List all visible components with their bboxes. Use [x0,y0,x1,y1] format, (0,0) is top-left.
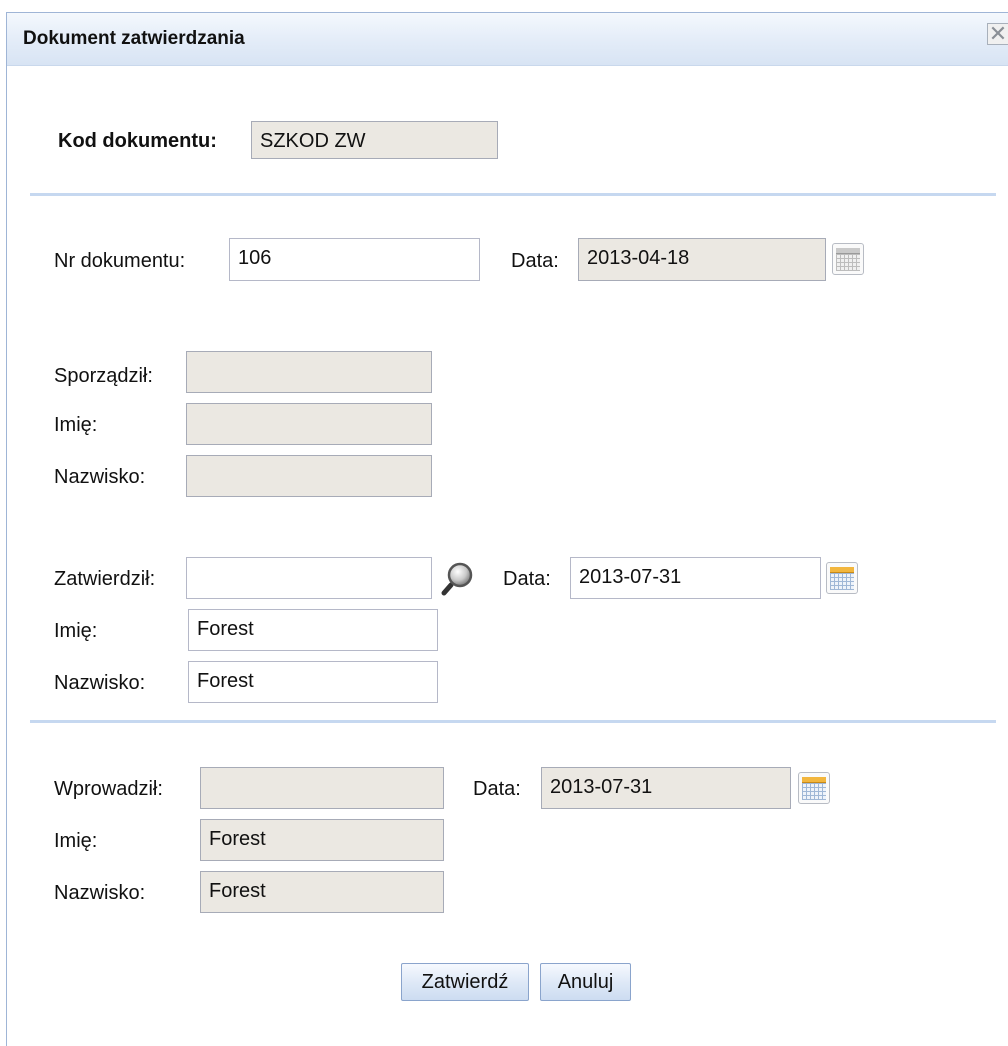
document-number-input[interactable]: 106 [229,238,480,281]
document-code-field: SZKOD ZW [251,121,498,159]
prepared-by-first-name-label: Imię: [54,414,98,436]
entered-by-last-name-label: Nazwisko: [54,882,146,904]
calendar-icon[interactable] [798,772,830,804]
separator-bottom [30,720,996,723]
prepared-by-last-name-field [186,455,432,497]
dialog-title: Dokument zatwierdzania [23,28,245,49]
entered-by-label: Wprowadził: [54,778,163,800]
approved-by-last-name-label: Nazwisko: [54,672,146,694]
approved-by-first-name-label: Imię: [54,620,98,642]
calendar-icon[interactable] [826,562,858,594]
document-date-label: Data: [511,250,559,272]
search-icon[interactable] [440,560,476,596]
prepared-by-first-name-field [186,403,432,445]
document-code-label: Kod dokumentu: [58,130,217,152]
approved-by-input[interactable] [186,557,432,599]
close-icon[interactable]: ✕ [987,23,1008,45]
approval-date-input[interactable]: 2013-07-31 [570,557,821,599]
entered-by-field [200,767,444,809]
prepared-by-last-name-label: Nazwisko: [54,466,146,488]
entered-by-last-name-field: Forest [200,871,444,913]
approval-dialog: Dokument zatwierdzania ✕ [6,12,1008,1046]
entry-date-field: 2013-07-31 [541,767,791,809]
entry-date-label: Data: [473,778,521,800]
separator-top [30,193,996,196]
document-date-field: 2013-04-18 [578,238,826,281]
entered-by-first-name-field: Forest [200,819,444,861]
approval-date-label: Data: [503,568,551,590]
approved-by-first-name-input[interactable]: Forest [188,609,438,651]
approved-by-last-name-input[interactable]: Forest [188,661,438,703]
prepared-by-label: Sporządził: [54,365,153,387]
confirm-button[interactable]: Zatwierdź [401,963,529,1001]
approved-by-label: Zatwierdził: [54,568,156,590]
entered-by-first-name-label: Imię: [54,830,98,852]
dialog-titlebar: Dokument zatwierdzania ✕ [7,13,1008,66]
document-number-label: Nr dokumentu: [54,250,186,272]
cancel-button[interactable]: Anuluj [540,963,631,1001]
calendar-icon [832,243,864,275]
prepared-by-field [186,351,432,393]
